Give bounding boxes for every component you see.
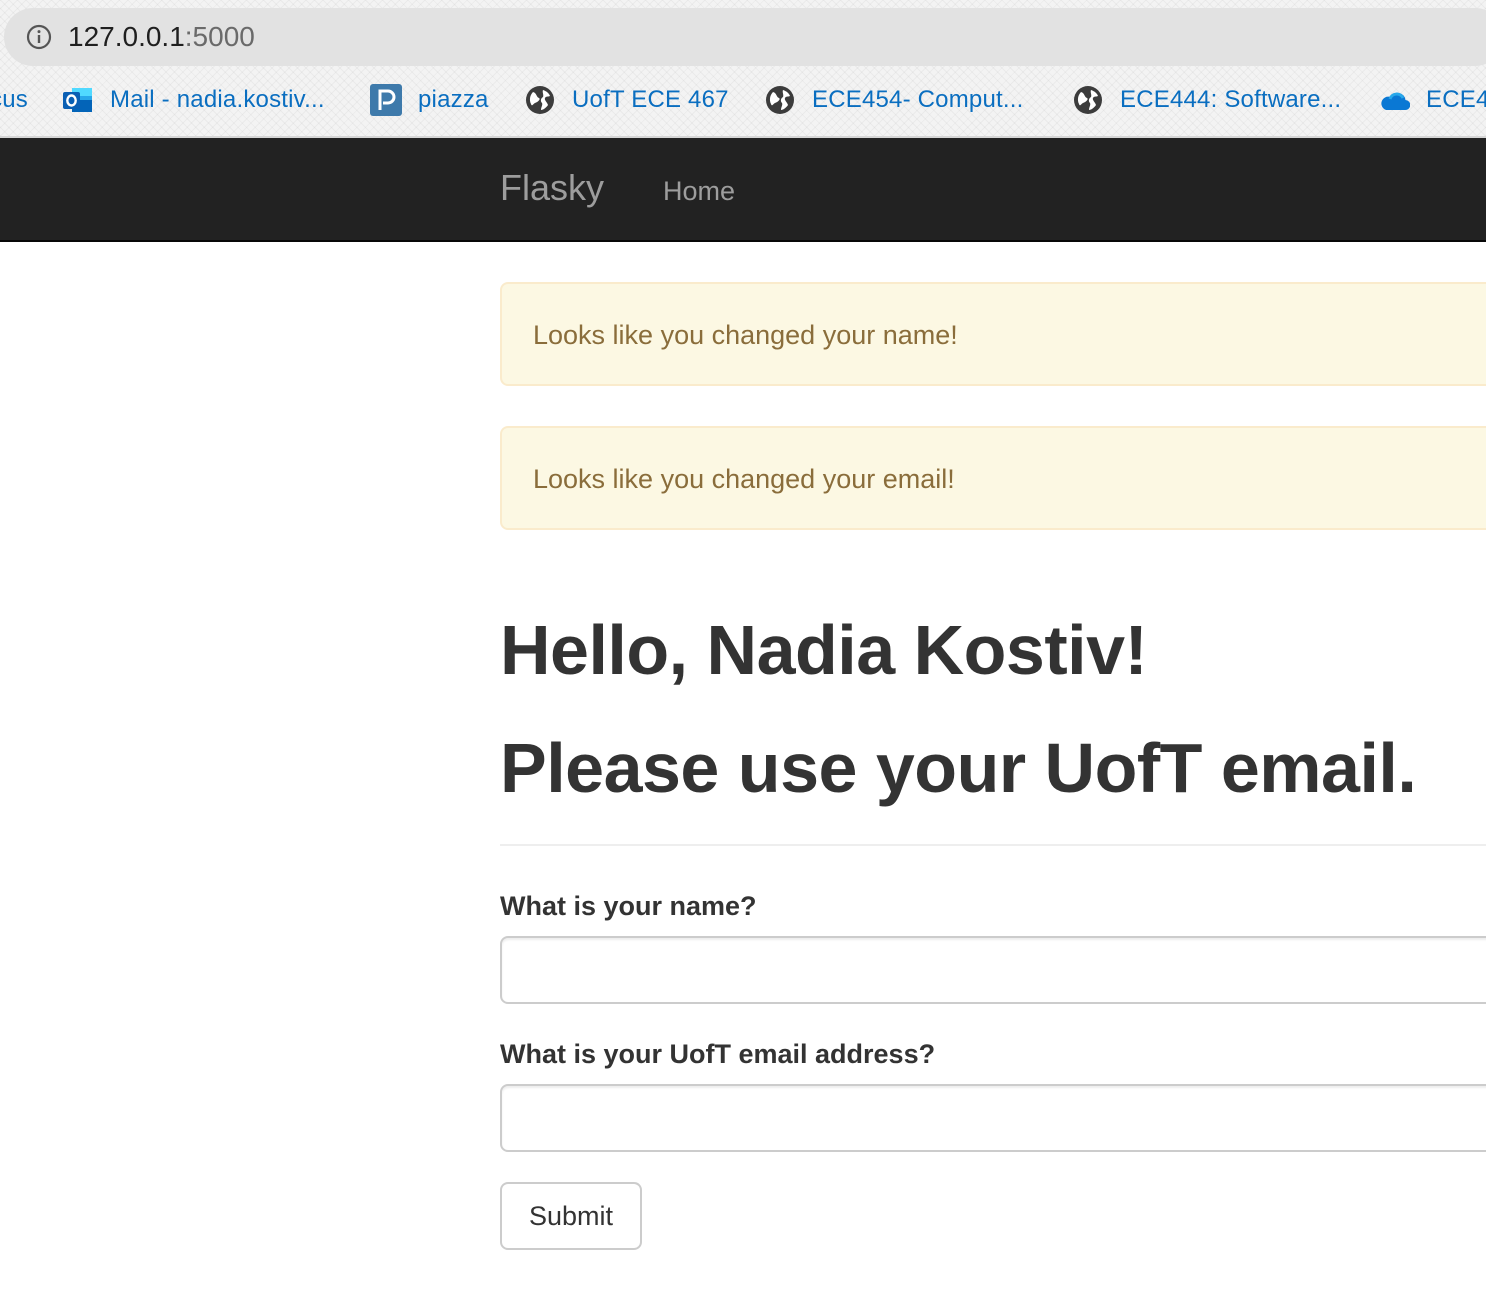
onedrive-icon — [1381, 92, 1410, 111]
email-field-label: What is your UofT email address? — [500, 1039, 936, 1069]
header-divider — [500, 844, 1486, 846]
browser-chrome: 127.0.0.1:5000 cus Mail - nadia.kostiv..… — [0, 0, 1486, 138]
globe-icon — [1074, 86, 1102, 114]
alert-message: Looks like you changed your name! — [533, 320, 958, 350]
submit-button[interactable]: Submit — [500, 1182, 642, 1250]
bookmark-label: piazza — [418, 86, 489, 113]
name-field-label: What is your name? — [500, 891, 757, 921]
bookmark-ece4-onedrive[interactable]: ECE4 — [1378, 78, 1486, 122]
navbar: Flasky Home — [0, 138, 1486, 242]
url-host: 127.0.0.1 — [68, 21, 185, 52]
bookmark-partial[interactable]: cus — [0, 78, 28, 122]
bookmarks-bar: cus Mail - nadia.kostiv... piazza — [0, 78, 1486, 122]
globe-icon — [766, 86, 794, 114]
bookmark-piazza[interactable]: piazza — [370, 78, 489, 122]
navbar-brand[interactable]: Flasky — [500, 166, 604, 210]
nav-link-home[interactable]: Home — [663, 173, 735, 209]
flash-alert-email: Looks like you changed your email! — [500, 426, 1486, 530]
outlook-icon — [63, 88, 92, 112]
bookmark-label: ECE444: Software... — [1120, 86, 1342, 113]
bookmark-label: UofT ECE 467 — [572, 86, 729, 113]
bookmark-label: cus — [0, 86, 28, 113]
address-bar[interactable]: 127.0.0.1:5000 — [4, 8, 1486, 66]
bookmark-uoft-ece-467[interactable]: UofT ECE 467 — [524, 78, 729, 122]
globe-icon — [526, 86, 554, 114]
alert-message: Looks like you changed your email! — [533, 464, 955, 494]
url-port: :5000 — [184, 21, 255, 52]
info-icon[interactable] — [26, 24, 52, 50]
greeting-heading: Hello, Nadia Kostiv! — [500, 611, 1148, 689]
bookmark-ece444[interactable]: ECE444: Software... — [1072, 78, 1341, 122]
flash-alert-name: Looks like you changed your name! — [500, 282, 1486, 386]
url-text[interactable]: 127.0.0.1:5000 — [68, 19, 255, 55]
email-input[interactable] — [500, 1084, 1486, 1152]
bookmark-label: Mail - nadia.kostiv... — [110, 86, 325, 113]
email-notice-heading: Please use your UofT email. — [500, 729, 1417, 807]
bookmark-ece454[interactable]: ECE454- Comput... — [764, 78, 1024, 122]
bookmark-label: ECE4 — [1426, 86, 1486, 113]
bookmark-label: ECE454- Comput... — [812, 86, 1024, 113]
bookmark-outlook-mail[interactable]: Mail - nadia.kostiv... — [62, 78, 325, 122]
name-input[interactable] — [500, 936, 1486, 1004]
piazza-icon — [370, 84, 402, 116]
